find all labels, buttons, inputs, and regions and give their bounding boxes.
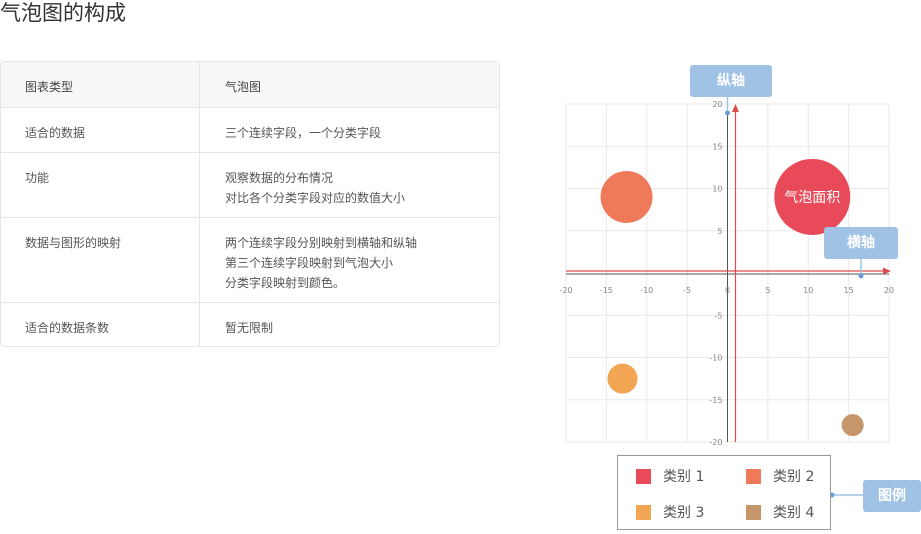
y-tick-label: 20 xyxy=(712,100,722,109)
legend-swatch xyxy=(746,504,761,520)
y-tick-label: 15 xyxy=(712,142,722,151)
table-key-cell: 适合的数据条数 xyxy=(1,303,200,346)
info-table: 图表类型 气泡图 适合的数据 三个连续字段，一个分类字段 功能 观察数据的分布情… xyxy=(0,61,500,347)
table-row: 适合的数据 三个连续字段，一个分类字段 xyxy=(1,107,499,152)
legend-label: 类别 3 xyxy=(663,505,705,521)
x-tick-label: 15 xyxy=(844,286,854,295)
table-value-line: 观察数据的分布情况 xyxy=(225,171,334,185)
legend-item-4[interactable]: 类别 4 xyxy=(746,502,814,522)
y-tick-label: -5 xyxy=(715,311,723,320)
legend-swatch xyxy=(746,468,761,484)
table-value-line: 三个连续字段，一个分类字段 xyxy=(225,126,382,140)
table-key-cell: 适合的数据 xyxy=(1,108,200,152)
y-tick-label: -20 xyxy=(709,438,722,447)
y-tick-label: 10 xyxy=(712,185,722,194)
legend-swatch xyxy=(636,468,651,484)
page-title: 气泡图的构成 xyxy=(0,1,126,25)
table-value-line: 第三个连续字段映射到气泡大小 xyxy=(225,256,394,270)
y-axis-annotation: 纵轴 xyxy=(690,65,772,97)
y-tick-label: -10 xyxy=(709,354,722,363)
x-tick-label: -10 xyxy=(640,286,653,295)
legend-item-3[interactable]: 类别 3 xyxy=(636,502,704,522)
legend-label: 类别 1 xyxy=(663,469,705,485)
x-tick-label: -20 xyxy=(559,286,572,295)
legend-item-1[interactable]: 类别 1 xyxy=(636,466,704,486)
table-value-line: 分类字段映射到颜色。 xyxy=(225,276,346,290)
y-axis-arrowhead xyxy=(732,104,739,112)
bubble-series-2 xyxy=(600,170,653,223)
table-header-row: 图表类型 气泡图 xyxy=(1,62,499,107)
legend-label: 类别 4 xyxy=(773,505,815,521)
bubble-series-3 xyxy=(607,363,638,394)
chart-legend: 类别 1 类别 2 类别 3 类别 4 xyxy=(617,455,831,530)
table-value-cell: 暂无限制 xyxy=(200,303,499,346)
bubble-chart: -20 -15 -10 -5 0 5 10 15 20 20 15 10 5 -5 -10 -15 -20 气泡… xyxy=(559,97,894,498)
bubble-series-4 xyxy=(841,414,864,437)
table-key-cell: 数据与图形的映射 xyxy=(1,218,200,302)
table-value-line: 气泡图 xyxy=(225,80,262,94)
x-tick-label: -15 xyxy=(600,286,613,295)
x-tick-label: 5 xyxy=(765,286,770,295)
table-value-cell: 观察数据的分布情况 对比各个分类字段对应的数值大小 xyxy=(200,153,499,217)
bubble-area-label: 气泡面积 xyxy=(784,190,840,206)
x-tick-label: -5 xyxy=(683,286,691,295)
y-axis-connector-dot xyxy=(725,110,730,116)
x-tick-label: 20 xyxy=(884,286,894,295)
chart-bubbles: 气泡面积 xyxy=(600,158,864,437)
table-value-cell: 两个连续字段分别映射到横轴和纵轴 第三个连续字段映射到气泡大小 分类字段映射到颜… xyxy=(200,218,499,302)
y-tick-label: -15 xyxy=(709,396,722,405)
y-tick-label: 5 xyxy=(717,227,722,236)
table-value-cell: 三个连续字段，一个分类字段 xyxy=(200,108,499,152)
x-axis-annotation: 横轴 xyxy=(824,227,898,259)
table-row: 适合的数据条数 暂无限制 xyxy=(1,302,499,346)
legend-label: 类别 2 xyxy=(773,469,815,485)
x-tick-label: 10 xyxy=(803,286,813,295)
table-value-line: 对比各个分类字段对应的数值大小 xyxy=(225,191,406,205)
table-row: 数据与图形的映射 两个连续字段分别映射到横轴和纵轴 第三个连续字段映射到气泡大小… xyxy=(1,217,499,302)
table-value-line: 暂无限制 xyxy=(225,321,274,335)
table-row: 功能 观察数据的分布情况 对比各个分类字段对应的数值大小 xyxy=(1,152,499,217)
x-tick-label: 0 xyxy=(725,286,730,295)
legend-annotation: 图例 xyxy=(863,480,921,512)
x-axis-connector-dot xyxy=(858,273,864,279)
x-axis-arrowhead xyxy=(883,267,891,275)
table-key-cell: 功能 xyxy=(1,153,200,217)
annotation-connectors xyxy=(725,97,864,498)
legend-item-2[interactable]: 类别 2 xyxy=(746,466,814,486)
table-key-cell: 图表类型 xyxy=(1,62,200,107)
legend-swatch xyxy=(636,504,651,520)
table-value-line: 两个连续字段分别映射到横轴和纵轴 xyxy=(225,236,418,250)
table-value-cell: 气泡图 xyxy=(200,62,499,107)
